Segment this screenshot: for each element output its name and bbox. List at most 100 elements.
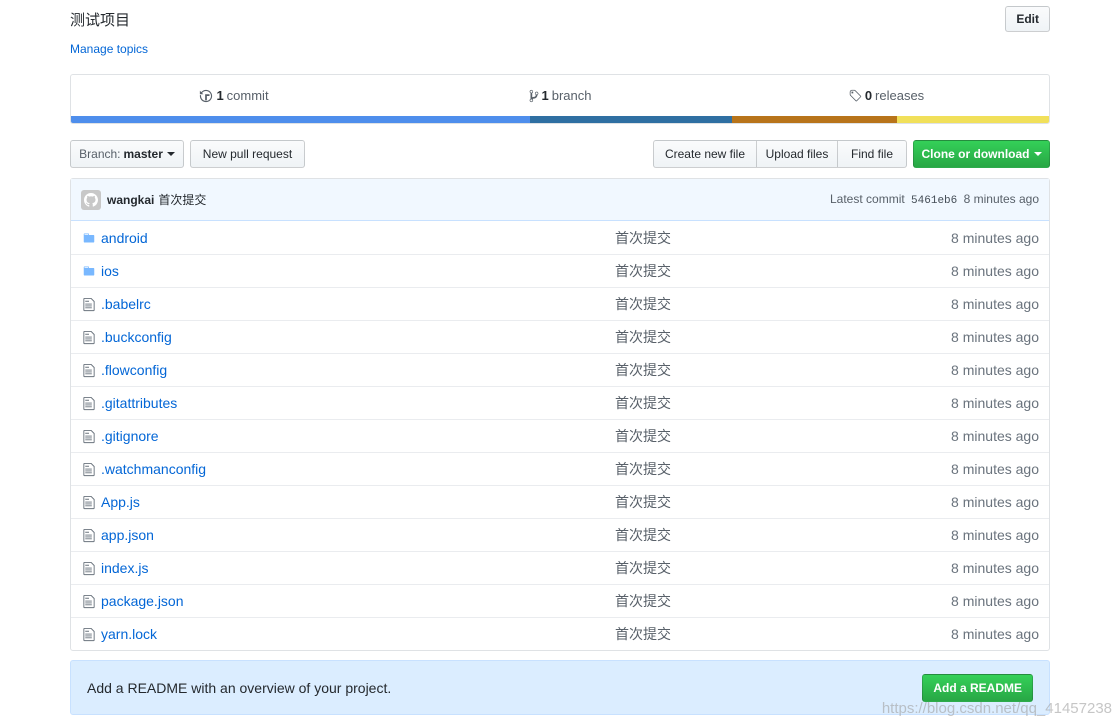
repo-description: 测试项目 [70,12,131,29]
file-commit-message[interactable]: 首次提交 [615,294,951,314]
file-commit-message[interactable]: 首次提交 [615,525,951,545]
file-icon [81,362,97,378]
folder-icon [81,230,97,246]
manage-topics-link[interactable]: Manage topics [70,42,148,56]
history-icon [200,89,213,102]
clone-or-download-button[interactable]: Clone or download [913,140,1050,168]
commits-count: 1 [216,88,224,103]
latest-commit-bar: wangkai 首次提交 Latest commit 5461eb6 8 min… [71,179,1049,221]
file-name-link[interactable]: .babelrc [101,296,615,312]
latest-commit-label: Latest commit [830,192,905,206]
dropdown-caret-icon [166,152,175,156]
tag-icon [849,89,862,101]
branch-name: master [123,147,163,161]
file-name-link[interactable]: .gitattributes [101,395,615,411]
releases-label: releases [875,88,925,103]
file-icon [81,626,97,642]
branches-link[interactable]: 1 branch [397,75,723,116]
table-row: App.js 首次提交 8 minutes ago [71,485,1049,518]
repo-page: 测试项目 Manage topics Edit 1 commit 1 branc… [70,0,1050,715]
file-age: 8 minutes ago [951,494,1039,510]
avatar[interactable] [81,189,101,210]
releases-link[interactable]: 0 releases [723,75,1049,116]
branch-icon [529,89,538,102]
file-age: 8 minutes ago [951,395,1039,411]
table-row: .flowconfig 首次提交 8 minutes ago [71,353,1049,386]
watermark: https://blog.csdn.net/qq_41457238 [881,700,1112,717]
file-age: 8 minutes ago [951,593,1039,609]
file-icon [81,494,97,510]
new-pull-request-button[interactable]: New pull request [190,140,305,168]
table-row: .watchmanconfig 首次提交 8 minutes ago [71,452,1049,485]
file-icon [81,395,97,411]
file-commit-message[interactable]: 首次提交 [615,261,951,281]
language-bar[interactable] [71,116,1049,123]
dropdown-caret-icon [1033,152,1042,156]
file-age: 8 minutes ago [951,329,1039,345]
file-name-link[interactable]: app.json [101,527,615,543]
file-commit-message[interactable]: 首次提交 [615,558,951,578]
file-commit-message[interactable]: 首次提交 [615,591,951,611]
repo-description-row: 测试项目 Manage topics Edit [70,0,1050,70]
file-commit-message[interactable]: 首次提交 [615,360,951,380]
file-name-link[interactable]: package.json [101,593,615,609]
file-icon [81,593,97,609]
table-row: app.json 首次提交 8 minutes ago [71,518,1049,551]
branch-prefix: Branch: [79,147,121,161]
language-segment [732,116,897,123]
file-icon [81,560,97,576]
create-new-file-button[interactable]: Create new file [653,140,757,168]
commit-age: 8 minutes ago [963,192,1039,206]
file-name-link[interactable]: android [101,230,615,246]
table-row: .gitattributes 首次提交 8 minutes ago [71,386,1049,419]
file-commit-message[interactable]: 首次提交 [615,624,951,644]
file-name-link[interactable]: .buckconfig [101,329,615,345]
file-name-link[interactable]: .watchmanconfig [101,461,615,477]
upload-files-button[interactable]: Upload files [756,140,838,168]
file-commit-message[interactable]: 首次提交 [615,492,951,512]
file-name-link[interactable]: App.js [101,494,615,510]
commit-sha[interactable]: 5461eb6 [911,195,957,207]
numbers-summary: 1 commit 1 branch 0 releases [70,74,1050,124]
file-icon [81,428,97,444]
clone-or-download-label: Clone or download [921,147,1030,161]
file-commit-message[interactable]: 首次提交 [615,393,951,413]
file-name-link[interactable]: .gitignore [101,428,615,444]
github-mark-icon [84,192,98,207]
file-name-link[interactable]: ios [101,263,615,279]
file-commit-message[interactable]: 首次提交 [615,228,951,248]
file-icon [81,296,97,312]
file-commit-message[interactable]: 首次提交 [615,426,951,446]
file-age: 8 minutes ago [951,428,1039,444]
file-age: 8 minutes ago [951,362,1039,378]
file-list: wangkai 首次提交 Latest commit 5461eb6 8 min… [70,178,1050,651]
latest-commit-info: Latest commit 5461eb6 8 minutes ago [830,192,1039,207]
file-name-link[interactable]: .flowconfig [101,362,615,378]
file-navigation: Branch: master New pull request Create n… [70,140,1050,168]
file-name-link[interactable]: yarn.lock [101,626,615,642]
commit-author[interactable]: wangkai [107,193,154,207]
edit-button[interactable]: Edit [1005,6,1050,32]
language-segment [530,116,732,123]
file-age: 8 minutes ago [951,461,1039,477]
commit-message[interactable]: 首次提交 [158,191,206,208]
folder-icon [81,263,97,279]
table-row: android 首次提交 8 minutes ago [71,221,1049,254]
branches-label: branch [551,88,592,103]
commits-link[interactable]: 1 commit [71,75,397,116]
table-row: index.js 首次提交 8 minutes ago [71,551,1049,584]
find-file-button[interactable]: Find file [837,140,907,168]
file-commit-message[interactable]: 首次提交 [615,327,951,347]
file-commit-message[interactable]: 首次提交 [615,459,951,479]
table-row: .babelrc 首次提交 8 minutes ago [71,287,1049,320]
table-row: yarn.lock 首次提交 8 minutes ago [71,617,1049,650]
file-icon [81,329,97,345]
file-rows: android 首次提交 8 minutes ago ios 首次提交 8 minutes… [71,221,1049,650]
table-row: package.json 首次提交 8 minutes ago [71,584,1049,617]
add-readme-button[interactable]: Add a README [922,673,1033,702]
file-age: 8 minutes ago [951,560,1039,576]
file-age: 8 minutes ago [951,263,1039,279]
table-row: .gitignore 首次提交 8 minutes ago [71,419,1049,452]
branch-select-button[interactable]: Branch: master [70,140,184,168]
file-name-link[interactable]: index.js [101,560,615,576]
